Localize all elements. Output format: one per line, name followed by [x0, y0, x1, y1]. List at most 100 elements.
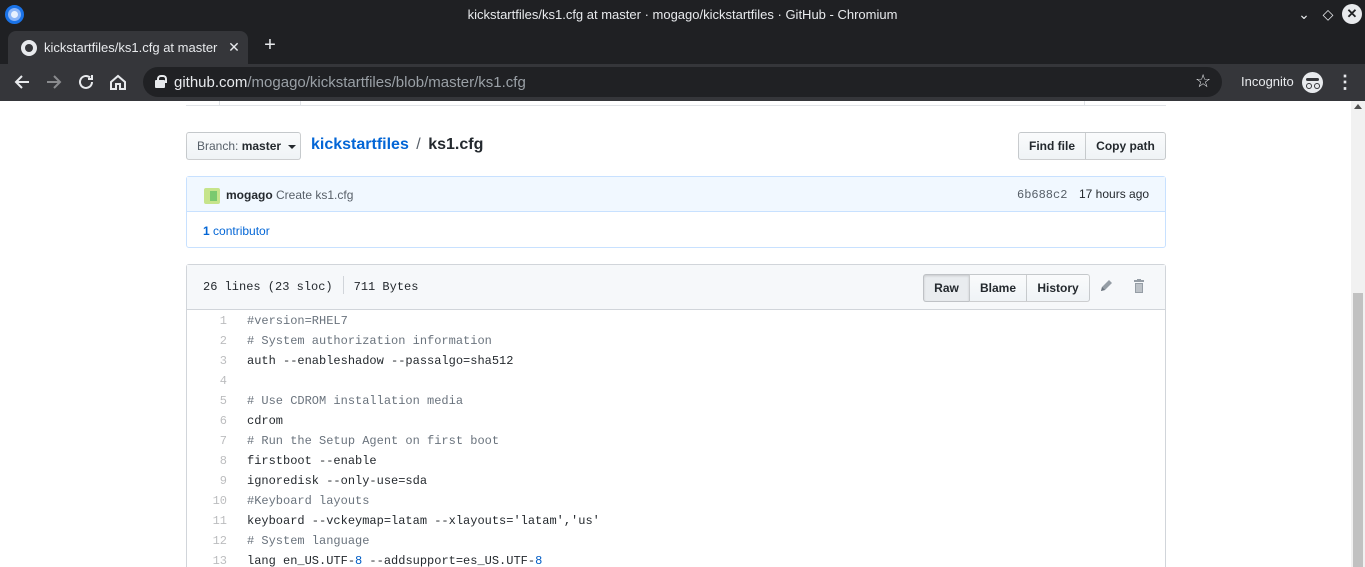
blame-button[interactable]: Blame	[969, 274, 1027, 302]
line-number[interactable]: 13	[187, 551, 227, 567]
avatar[interactable]	[204, 188, 220, 204]
file-header: 26 lines (23 sloc) 711 Bytes Raw Blame Hi…	[187, 265, 1165, 310]
arrow-left-icon	[14, 75, 29, 89]
file-lines-info: 26 lines (23 sloc)	[203, 280, 333, 295]
line-number[interactable]: 12	[187, 531, 227, 551]
line-number[interactable]: 7	[187, 431, 227, 451]
nav-divider	[219, 101, 220, 106]
code-line: 2 # System authorization information	[187, 331, 1165, 351]
line-content: # System authorization information	[247, 334, 492, 348]
caret-down-icon	[288, 144, 297, 149]
code-line: 4	[187, 371, 1165, 391]
forward-button[interactable]	[41, 69, 67, 95]
tab-close-icon[interactable]: ✕	[226, 39, 242, 55]
branch-label: Branch:	[197, 139, 239, 153]
raw-button[interactable]: Raw	[923, 274, 970, 302]
numeric-literal: 8	[535, 554, 543, 567]
code-line: 1 #version=RHEL7	[187, 311, 1165, 331]
branch-select-button[interactable]: Branch: master	[186, 132, 301, 160]
nav-divider	[1084, 101, 1085, 106]
breadcrumb-separator: /	[416, 136, 421, 153]
line-number[interactable]: 11	[187, 511, 227, 531]
minimize-icon[interactable]: ⌄	[1294, 4, 1314, 24]
contributors-label: contributor	[213, 224, 270, 238]
code-line: 5 # Use CDROM installation media	[187, 391, 1165, 411]
home-icon	[110, 74, 126, 90]
commit-sha[interactable]: 6b688c2	[1017, 188, 1067, 202]
line-number[interactable]: 8	[187, 451, 227, 471]
tab-strip: kickstartfiles/ks1.cfg at master · mogag…	[0, 29, 1365, 64]
line-number[interactable]: 3	[187, 351, 227, 371]
repo-nav-border	[186, 101, 1166, 106]
line-number[interactable]: 2	[187, 331, 227, 351]
breadcrumb-file-name: ks1.cfg	[428, 136, 484, 153]
line-content: # System language	[247, 534, 370, 548]
file-size: 711 Bytes	[353, 280, 419, 295]
browser-tab[interactable]: kickstartfiles/ks1.cfg at master · mogag…	[8, 31, 248, 64]
file-info: 26 lines (23 sloc) 711 Bytes	[203, 276, 419, 295]
commit-author[interactable]: mogago	[226, 188, 273, 202]
file-box: 26 lines (23 sloc) 711 Bytes Raw Blame Hi…	[186, 264, 1166, 567]
browser-toolbar: github.com/mogago/kickstartfiles/blob/ma…	[0, 64, 1365, 101]
line-content: ignoredisk --only-use=sda	[247, 474, 428, 488]
line-content: #version=RHEL7	[247, 314, 348, 328]
page-scrollbar[interactable]	[1351, 101, 1365, 567]
scrollbar-thumb[interactable]	[1353, 293, 1363, 567]
code-line: 13 lang en_US.UTF-8 --addsupport=es_US.UT…	[187, 551, 1165, 567]
reload-button[interactable]	[73, 69, 99, 95]
commit-message[interactable]: Create ks1.cfg	[276, 188, 353, 202]
file-info-divider	[342, 276, 344, 294]
find-file-button[interactable]: Find file	[1018, 132, 1086, 160]
numeric-literal: 8	[355, 554, 363, 567]
line-content: # Use CDROM installation media	[247, 394, 464, 408]
back-button[interactable]	[9, 69, 35, 95]
code-line: 11 keyboard --vckeymap=latam --xlayouts='…	[187, 511, 1165, 531]
code-line: 9 ignoredisk --only-use=sda	[187, 471, 1165, 491]
line-content: firstboot --enable	[247, 454, 377, 468]
line-number[interactable]: 9	[187, 471, 227, 491]
home-button[interactable]	[105, 69, 131, 95]
code-line: 6 cdrom	[187, 411, 1165, 431]
commit-box: mogago Create ks1.cfg 6b688c2 17 hours a…	[186, 176, 1166, 248]
code-line: 3 auth --enableshadow --passalgo=sha512	[187, 351, 1165, 371]
breadcrumb-repo-link[interactable]: kickstartfiles	[311, 136, 409, 153]
line-content: lang en_US.UTF-8 --addsupport=es_US.UTF-…	[247, 554, 543, 567]
code-line: 8 firstboot --enable	[187, 451, 1165, 471]
line-number[interactable]: 1	[187, 311, 227, 331]
github-favicon-icon	[21, 40, 37, 56]
commit-age: 17 hours ago	[1079, 187, 1150, 201]
line-content: # Run the Setup Agent on first boot	[247, 434, 500, 448]
line-content: auth --enableshadow --passalgo=sha512	[247, 354, 514, 368]
page-viewport: Branch: master kickstartfiles / ks1.cfg …	[0, 101, 1365, 567]
bookmark-star-icon[interactable]: ☆	[1195, 71, 1211, 92]
line-content: keyboard --vckeymap=latam --xlayouts='la…	[247, 514, 600, 528]
lock-icon[interactable]	[155, 75, 167, 88]
window-title: kickstartfiles/ks1.cfg at master · mogag…	[467, 7, 898, 22]
line-number[interactable]: 10	[187, 491, 227, 511]
address-bar[interactable]: github.com/mogago/kickstartfiles/blob/ma…	[143, 67, 1222, 97]
branch-name: master	[241, 139, 282, 153]
code-view: 1 #version=RHEL7 2 # System authorization i…	[187, 311, 1165, 567]
reload-icon	[79, 74, 93, 89]
history-button[interactable]: History	[1026, 274, 1090, 302]
url-text[interactable]: github.com/mogago/kickstartfiles/blob/ma…	[174, 74, 526, 91]
close-window-icon[interactable]: ✕	[1342, 4, 1362, 24]
commit-tease: mogago Create ks1.cfg 6b688c2 17 hours a…	[187, 177, 1165, 212]
code-line: 7 # Run the Setup Agent on first boot	[187, 431, 1165, 451]
line-content: #Keyboard layouts	[247, 494, 370, 508]
kebab-menu-icon[interactable]: ⋮	[1336, 70, 1354, 94]
line-number[interactable]: 6	[187, 411, 227, 431]
incognito-icon[interactable]	[1302, 72, 1323, 93]
maximize-icon[interactable]: ◇	[1318, 4, 1338, 24]
line-number[interactable]: 5	[187, 391, 227, 411]
trash-icon[interactable]	[1131, 278, 1147, 294]
pencil-icon[interactable]	[1098, 278, 1114, 294]
line-number[interactable]: 4	[187, 371, 227, 391]
scroll-up-icon[interactable]	[1354, 104, 1362, 109]
contributors-link[interactable]: 1 contributor	[203, 224, 270, 238]
copy-path-button[interactable]: Copy path	[1085, 132, 1166, 160]
new-tab-button[interactable]: +	[259, 34, 281, 56]
nav-divider	[300, 101, 301, 106]
breadcrumb: kickstartfiles / ks1.cfg	[311, 136, 483, 154]
line-content: cdrom	[247, 414, 284, 428]
